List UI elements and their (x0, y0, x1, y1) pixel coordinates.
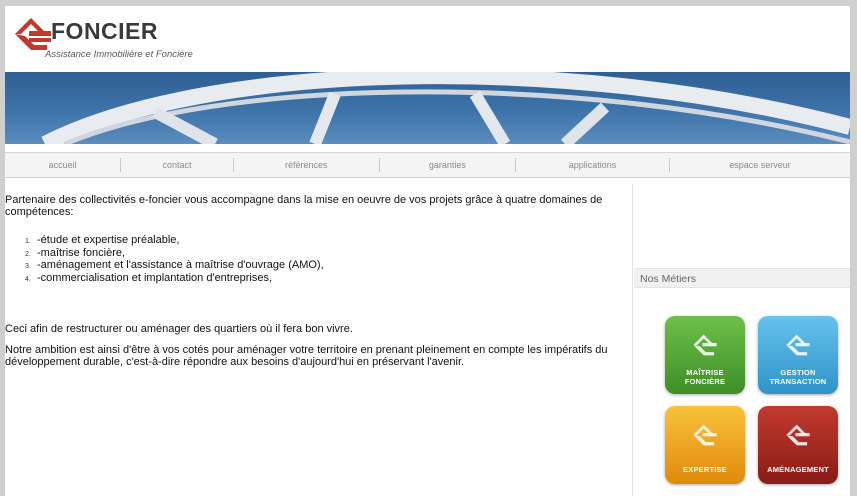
tile-label-line1: MAÎTRISE (686, 368, 724, 377)
header-banner (5, 72, 850, 144)
nav-item-contact[interactable]: contact (121, 158, 234, 172)
tile-label-line1: AMÉNAGEMENT (767, 465, 829, 474)
e-foncier-icon (786, 334, 810, 356)
bridge-arch-image (41, 72, 850, 144)
nav-item-applications[interactable]: applications (516, 158, 671, 172)
sidebar-title: Nos Métiers (634, 268, 850, 288)
competences-list: 1. -étude et expertise préalable, 2. -ma… (5, 234, 625, 286)
tile-maitrise-fonciere[interactable]: MAÎTRISE FONCIÈRE (665, 316, 745, 394)
paragraph-ambition: Notre ambition est ainsi d'être à vos co… (5, 344, 608, 368)
logo-subtitle: Assistance Immobilière et Foncière (45, 49, 193, 60)
list-text: -aménagement et l'assistance à maîtrise … (37, 259, 324, 271)
e-foncier-logo-icon (15, 18, 51, 50)
sidebar: Nos Métiers MAÎTRISE FONCIÈRE GESTION TR… (632, 184, 850, 496)
tile-label-line2: TRANSACTION (769, 377, 827, 386)
nav-item-garanties[interactable]: garanties (380, 158, 516, 172)
nav-item-accueil[interactable]: accueil (5, 158, 122, 172)
list-item: 4. -commercialisation et implantation d'… (25, 271, 625, 286)
list-item: 3. -aménagement et l'assistance à maîtri… (25, 259, 625, 273)
tile-expertise[interactable]: EXPERTISE (665, 406, 745, 484)
list-text: -commercialisation et implantation d'ent… (37, 271, 273, 284)
e-foncier-icon (693, 334, 717, 356)
list-item: 1. -étude et expertise préalable, (25, 234, 625, 248)
list-number: 4. (25, 275, 31, 283)
list-number: 3. (25, 263, 31, 270)
tile-label-line1: GESTION (780, 368, 816, 377)
nav-item-references[interactable]: références (234, 158, 380, 172)
main-content: Partenaire des collectivités e-foncier v… (5, 194, 625, 368)
e-foncier-icon (693, 424, 717, 446)
tile-label-line2: FONCIÈRE (684, 377, 726, 386)
nav-item-espace-serveur[interactable]: espace serveur (670, 158, 850, 172)
main-navigation: accueil contact références garanties app… (5, 152, 850, 178)
site-logo[interactable]: FONCIER Assistance Immobilière et Fonciè… (13, 14, 233, 64)
tile-label-line1: EXPERTISE (683, 465, 727, 474)
tile-amenagement[interactable]: AMÉNAGEMENT (758, 406, 838, 484)
logo-title: FONCIER (51, 18, 158, 44)
page: FONCIER Assistance Immobilière et Fonciè… (5, 6, 850, 496)
list-number: 2. (25, 250, 31, 258)
e-foncier-icon (786, 424, 810, 446)
list-text: -étude et expertise préalable, (37, 234, 180, 246)
list-number: 1. (25, 238, 31, 245)
paragraph-restructurer: Ceci afin de restructurer ou aménager de… (5, 323, 353, 335)
intro-text: Partenaire des collectivités e-foncier v… (5, 194, 603, 218)
tile-gestion-transaction[interactable]: GESTION TRANSACTION (758, 316, 838, 394)
